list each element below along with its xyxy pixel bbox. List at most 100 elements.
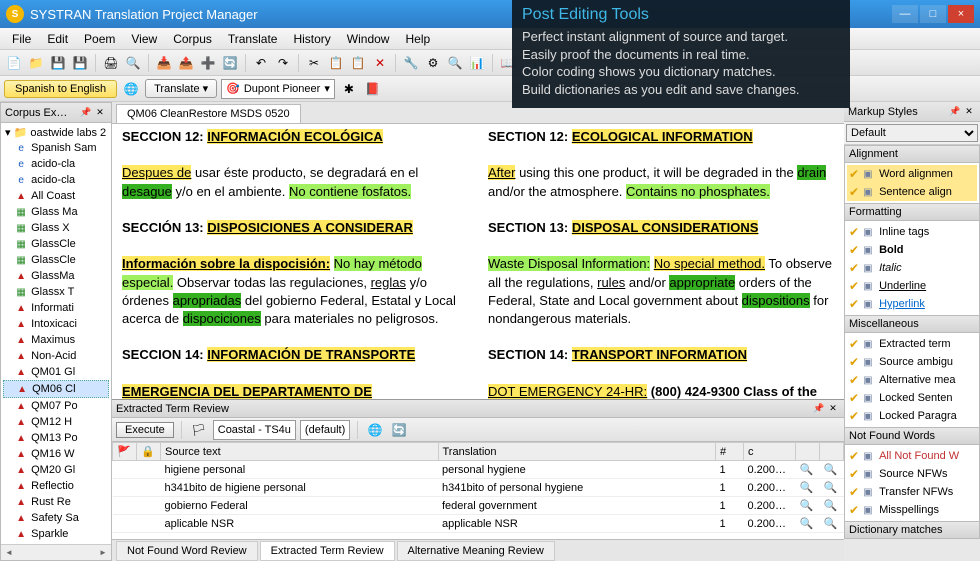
markup-item[interactable]: ✔▣Source NFWs (847, 465, 977, 483)
tool-b-icon[interactable]: ⚙ (423, 53, 443, 73)
markup-item[interactable]: ✔▣Source ambigu (847, 353, 977, 371)
close-button[interactable]: × (948, 5, 974, 23)
tree-item[interactable]: ▲ QM07 Po (3, 398, 109, 414)
scrollbar-horizontal[interactable] (1, 544, 111, 560)
tool-d-icon[interactable]: 📊 (467, 53, 487, 73)
pin-icon[interactable]: 📌 (812, 402, 826, 416)
tree-item[interactable]: ▲ Sparkle (3, 526, 109, 542)
dict-combo[interactable]: Coastal - TS4u (213, 420, 296, 440)
tool-a-icon[interactable]: 🔧 (401, 53, 421, 73)
filter-icon[interactable]: 🏳 (189, 420, 209, 440)
corpus-tree[interactable]: ▾ 📁 oastwide labs 2 e Spanish Sam e acid… (1, 123, 111, 544)
tree-item[interactable]: ▲ Maximus (3, 332, 109, 348)
tree-item[interactable]: ▦ Glass Ma (3, 204, 109, 220)
group-misc[interactable]: Miscellaneous (844, 315, 980, 333)
markup-item[interactable]: ✔▣Underline (847, 277, 977, 295)
tree-item[interactable]: ▲ Non-Acid (3, 348, 109, 364)
send-icon[interactable]: 🌐 (365, 420, 385, 440)
menu-edit[interactable]: Edit (39, 29, 76, 49)
markup-profile-select[interactable]: Default (846, 124, 978, 142)
tree-item[interactable]: ▲ Rust Re (3, 494, 109, 510)
markup-item[interactable]: ✔▣Alternative mea (847, 371, 977, 389)
tool-c-icon[interactable]: 🔍 (445, 53, 465, 73)
save-icon[interactable]: 💾 (48, 53, 68, 73)
group-alignment[interactable]: Alignment (844, 145, 980, 163)
group-dict[interactable]: Dictionary matches (844, 521, 980, 539)
translate-button[interactable]: Translate ▾ (145, 79, 217, 98)
table-row[interactable]: h341bito de higiene personalh341bito of … (113, 479, 844, 497)
markup-item[interactable]: ✔▣Italic (847, 259, 977, 277)
table-row[interactable]: higiene personalpersonal hygiene10.200…🔍… (113, 461, 844, 479)
swap-lang-icon[interactable]: 🌐 (121, 79, 141, 99)
close-panel-icon[interactable]: ✕ (826, 402, 840, 416)
tree-item[interactable]: ▲ GlassMa (3, 268, 109, 284)
tree-item[interactable]: ▲ QM16 W (3, 446, 109, 462)
preview-icon[interactable]: 🔍 (123, 53, 143, 73)
markup-item[interactable]: ✔▣All Not Found W (847, 447, 977, 465)
pin-icon[interactable]: 📌 (79, 106, 93, 120)
tree-item[interactable]: ▲ QM12 H (3, 414, 109, 430)
tree-item[interactable]: ▲ QM01 Gl (3, 364, 109, 380)
markup-item[interactable]: ✔▣Locked Senten (847, 389, 977, 407)
export-icon[interactable]: 📤 (176, 53, 196, 73)
copy-icon[interactable]: 📋 (326, 53, 346, 73)
menu-file[interactable]: File (4, 29, 39, 49)
tree-item[interactable]: ▲ All Coast (3, 188, 109, 204)
tree-item[interactable]: ▲ Safety Sa (3, 510, 109, 526)
table-row[interactable]: aplicable NSRapplicable NSR10.200…🔍🔍 (113, 515, 844, 533)
markup-item[interactable]: ✔▣Extracted term (847, 335, 977, 353)
tab-active-doc[interactable]: QM06 CleanRestore MSDS 0520 (116, 104, 301, 123)
import-icon[interactable]: 📥 (154, 53, 174, 73)
menu-window[interactable]: Window (339, 29, 398, 49)
tree-item[interactable]: ▲ QM13 Po (3, 430, 109, 446)
col-translation[interactable]: Translation (438, 443, 716, 461)
markup-item[interactable]: ✔▣Inline tags (847, 223, 977, 241)
menu-corpus[interactable]: Corpus (165, 29, 220, 49)
print-icon[interactable]: 🖨 (101, 53, 121, 73)
close-panel-icon[interactable]: ✕ (93, 106, 107, 120)
col-lock[interactable]: 🔒 (137, 443, 161, 461)
markup-item[interactable]: ✔▣Misspellings (847, 501, 977, 519)
maximize-button[interactable]: □ (920, 5, 946, 23)
markup-item[interactable]: ✔▣Transfer NFWs (847, 483, 977, 501)
col-count[interactable]: # (716, 443, 744, 461)
menu-history[interactable]: History (285, 29, 338, 49)
settings-icon[interactable]: ✱ (339, 79, 359, 99)
domain-combo[interactable]: (default) (300, 420, 350, 440)
tree-item[interactable]: e Spanish Sam (3, 140, 109, 156)
undo-icon[interactable]: ↶ (251, 53, 271, 73)
refresh-icon[interactable]: 🔄 (220, 53, 240, 73)
execute-button[interactable]: Execute (116, 422, 174, 438)
group-formatting[interactable]: Formatting (844, 203, 980, 221)
col-source[interactable]: Source text (161, 443, 439, 461)
markup-item[interactable]: ✔▣Bold (847, 241, 977, 259)
tree-item[interactable]: ▦ GlassCle (3, 236, 109, 252)
minimize-button[interactable]: — (892, 5, 918, 23)
group-nfw[interactable]: Not Found Words (844, 427, 980, 445)
paste-icon[interactable]: 📋 (348, 53, 368, 73)
save-all-icon[interactable]: 💾 (70, 53, 90, 73)
target-document[interactable]: SECTION 12: ECOLOGICAL INFORMATION After… (478, 124, 844, 399)
delete-icon[interactable]: ✕ (370, 53, 390, 73)
tree-item[interactable]: ▦ GlassCle (3, 252, 109, 268)
tree-item[interactable]: ▲ Intoxicaci (3, 316, 109, 332)
tree-item[interactable]: ▦ Glassx T (3, 284, 109, 300)
terms-grid[interactable]: 🚩 🔒 Source text Translation # c higiene … (112, 442, 844, 539)
tab-nfw-review[interactable]: Not Found Word Review (116, 541, 258, 561)
tree-item[interactable]: ▲ Reflectio (3, 478, 109, 494)
table-row[interactable]: gobierno Federalfederal government10.200… (113, 497, 844, 515)
markup-item[interactable]: ✔▣Word alignmen (847, 165, 977, 183)
refresh-terms-icon[interactable]: 🔄 (389, 420, 409, 440)
open-icon[interactable]: 📁 (26, 53, 46, 73)
tree-item[interactable]: e acido-cla (3, 172, 109, 188)
tree-item[interactable]: ▲ QM06 Cl (3, 380, 109, 398)
language-pair[interactable]: Spanish to English (4, 80, 117, 98)
menu-translate[interactable]: Translate (220, 29, 286, 49)
tab-alt-meaning[interactable]: Alternative Meaning Review (397, 541, 555, 561)
source-document[interactable]: SECCION 12: INFORMACIÓN ECOLÓGICA Despue… (112, 124, 478, 399)
redo-icon[interactable]: ↷ (273, 53, 293, 73)
dict-icon[interactable]: 📕 (363, 79, 383, 99)
pin-icon[interactable]: 📌 (948, 105, 962, 119)
markup-item[interactable]: ✔▣Locked Paragra (847, 407, 977, 425)
markup-item[interactable]: ✔▣Hyperlink (847, 295, 977, 313)
